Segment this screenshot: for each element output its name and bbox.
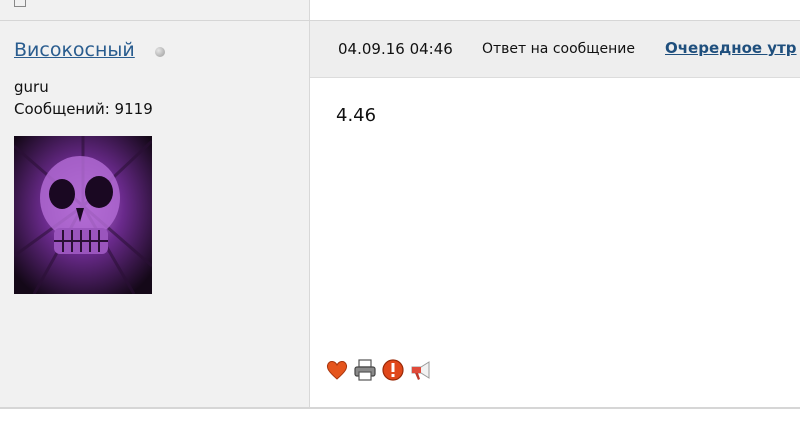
skull-avatar-image [14, 136, 152, 294]
post-header: 04.09.16 04:46 Ответ на сообщение Очеред… [310, 21, 800, 78]
next-post-remnant [0, 409, 800, 424]
post-date: 04.09.16 04:46 [338, 40, 453, 58]
previous-post-remnant [0, 0, 800, 20]
post-text: 4.46 [336, 105, 377, 126]
post-actions [325, 358, 433, 382]
previous-author-column [0, 0, 310, 20]
author-post-count: Сообщений: 9119 [14, 100, 153, 118]
post-body: 4.46 [310, 78, 800, 407]
print-icon[interactable] [353, 358, 377, 382]
author-name-link[interactable]: Високосный [14, 39, 135, 61]
author-rank: guru [14, 78, 49, 96]
reply-label: Ответ на сообщение [482, 41, 635, 57]
cut-off-icon [14, 0, 26, 7]
megaphone-icon[interactable] [409, 358, 433, 382]
status-offline-icon [155, 47, 165, 57]
reply-parent-link[interactable]: Очередное утр [665, 39, 797, 57]
heart-icon[interactable] [325, 358, 349, 382]
author-panel: Високосный guru Сообщений: 9119 [0, 21, 310, 407]
avatar[interactable] [14, 136, 152, 294]
report-icon[interactable] [381, 358, 405, 382]
